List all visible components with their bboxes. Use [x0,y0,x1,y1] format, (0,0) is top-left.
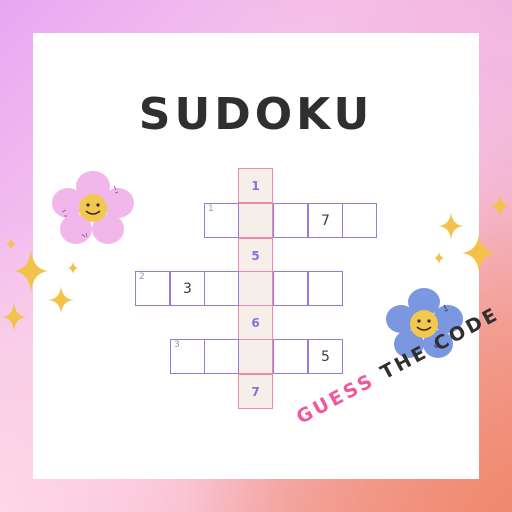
row1-cell-4[interactable]: 7 [308,203,343,238]
row3-cell-4[interactable] [273,339,308,374]
row2-cell-5[interactable] [273,271,308,306]
sparkle-icon [438,212,464,240]
row3-cell-1[interactable]: 3 [170,339,205,374]
key-cell-2[interactable] [238,203,273,238]
key-cell-6[interactable] [238,339,273,374]
row2-cell-3[interactable] [204,271,239,306]
sparkle-icon [462,234,496,272]
row1-cell-3[interactable] [273,203,308,238]
key-cell-7[interactable]: 7 [238,374,273,409]
row3-cell-2[interactable] [204,339,239,374]
row2-cell-1[interactable]: 2 [135,271,170,306]
key-cell-3[interactable]: 5 [238,238,273,273]
key-cell-4[interactable] [238,271,273,306]
pink-flower-icon [52,171,134,244]
key-cell-5[interactable]: 6 [238,305,273,340]
key-cell-1[interactable]: 1 [238,168,273,203]
page-title: SUDOKU [138,89,374,140]
row1-cell-5[interactable] [342,203,377,238]
row2-cell-2[interactable]: 3 [170,271,205,306]
sparkle-icon [68,262,78,274]
row2-cell-6[interactable] [308,271,343,306]
sparkle-icon [48,286,74,314]
sparkle-icon [434,252,444,264]
row1-cell-1[interactable]: 1 [204,203,239,238]
sparkle-icon [14,250,48,292]
row3-cell-5[interactable]: 5 [308,339,343,374]
sparkle-icon [490,194,510,218]
sparkle-icon [2,302,26,332]
sparkle-icon [6,238,16,250]
